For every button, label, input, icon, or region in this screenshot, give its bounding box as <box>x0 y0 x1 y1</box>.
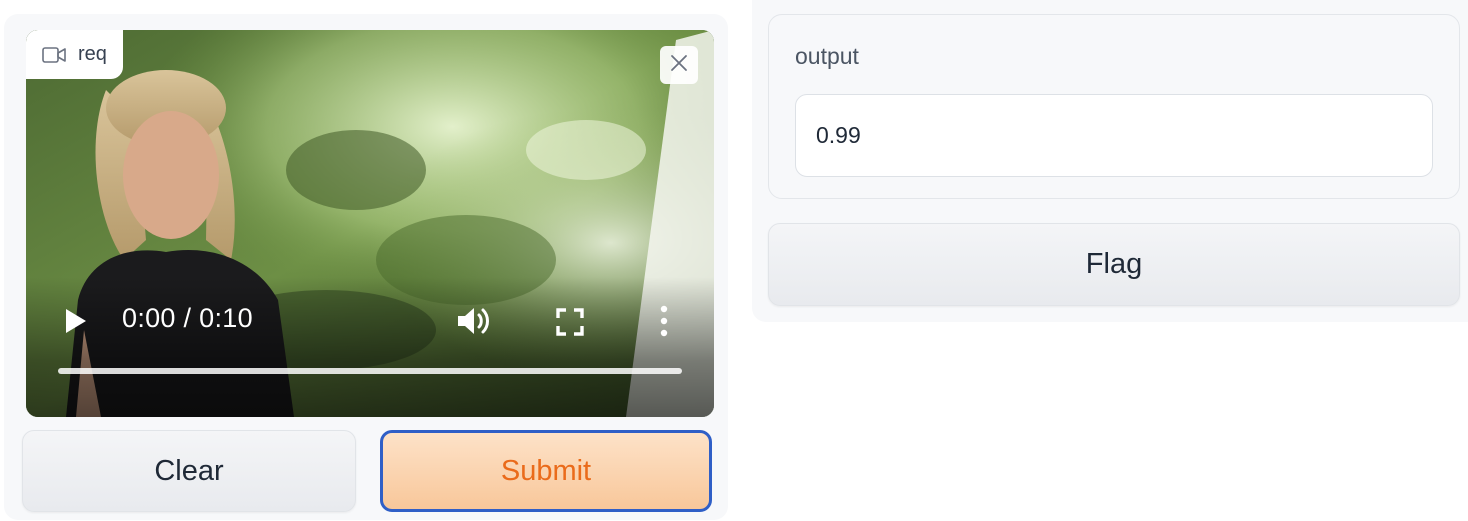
clear-video-button[interactable] <box>660 46 698 84</box>
fullscreen-button[interactable] <box>556 308 584 336</box>
time-display: 0:00 / 0:10 <box>122 303 253 333</box>
close-icon <box>670 54 688 77</box>
play-button[interactable] <box>64 308 88 334</box>
video-label-text: req <box>78 43 107 65</box>
volume-icon <box>458 308 489 334</box>
more-vertical-icon <box>660 305 668 337</box>
input-panel: req 0:00 / 0:10 Clear Submit <box>4 14 728 520</box>
play-icon <box>66 309 86 333</box>
more-options-button[interactable] <box>658 304 670 338</box>
video-input-label: req <box>26 30 123 79</box>
video-progress-bar[interactable] <box>58 368 682 374</box>
video-player[interactable]: req 0:00 / 0:10 <box>26 30 714 417</box>
flag-button[interactable]: Flag <box>768 223 1460 306</box>
output-label: output <box>795 43 859 69</box>
video-controls-bar <box>26 277 714 417</box>
submit-button[interactable]: Submit <box>380 430 712 512</box>
video-camera-icon <box>42 46 66 64</box>
clear-button[interactable]: Clear <box>22 430 356 512</box>
volume-button[interactable] <box>456 304 492 338</box>
output-card: output 0.99 <box>768 14 1460 199</box>
output-value-field[interactable]: 0.99 <box>795 94 1433 177</box>
output-panel: output 0.99 Flag <box>752 0 1468 322</box>
fullscreen-icon <box>556 308 584 336</box>
